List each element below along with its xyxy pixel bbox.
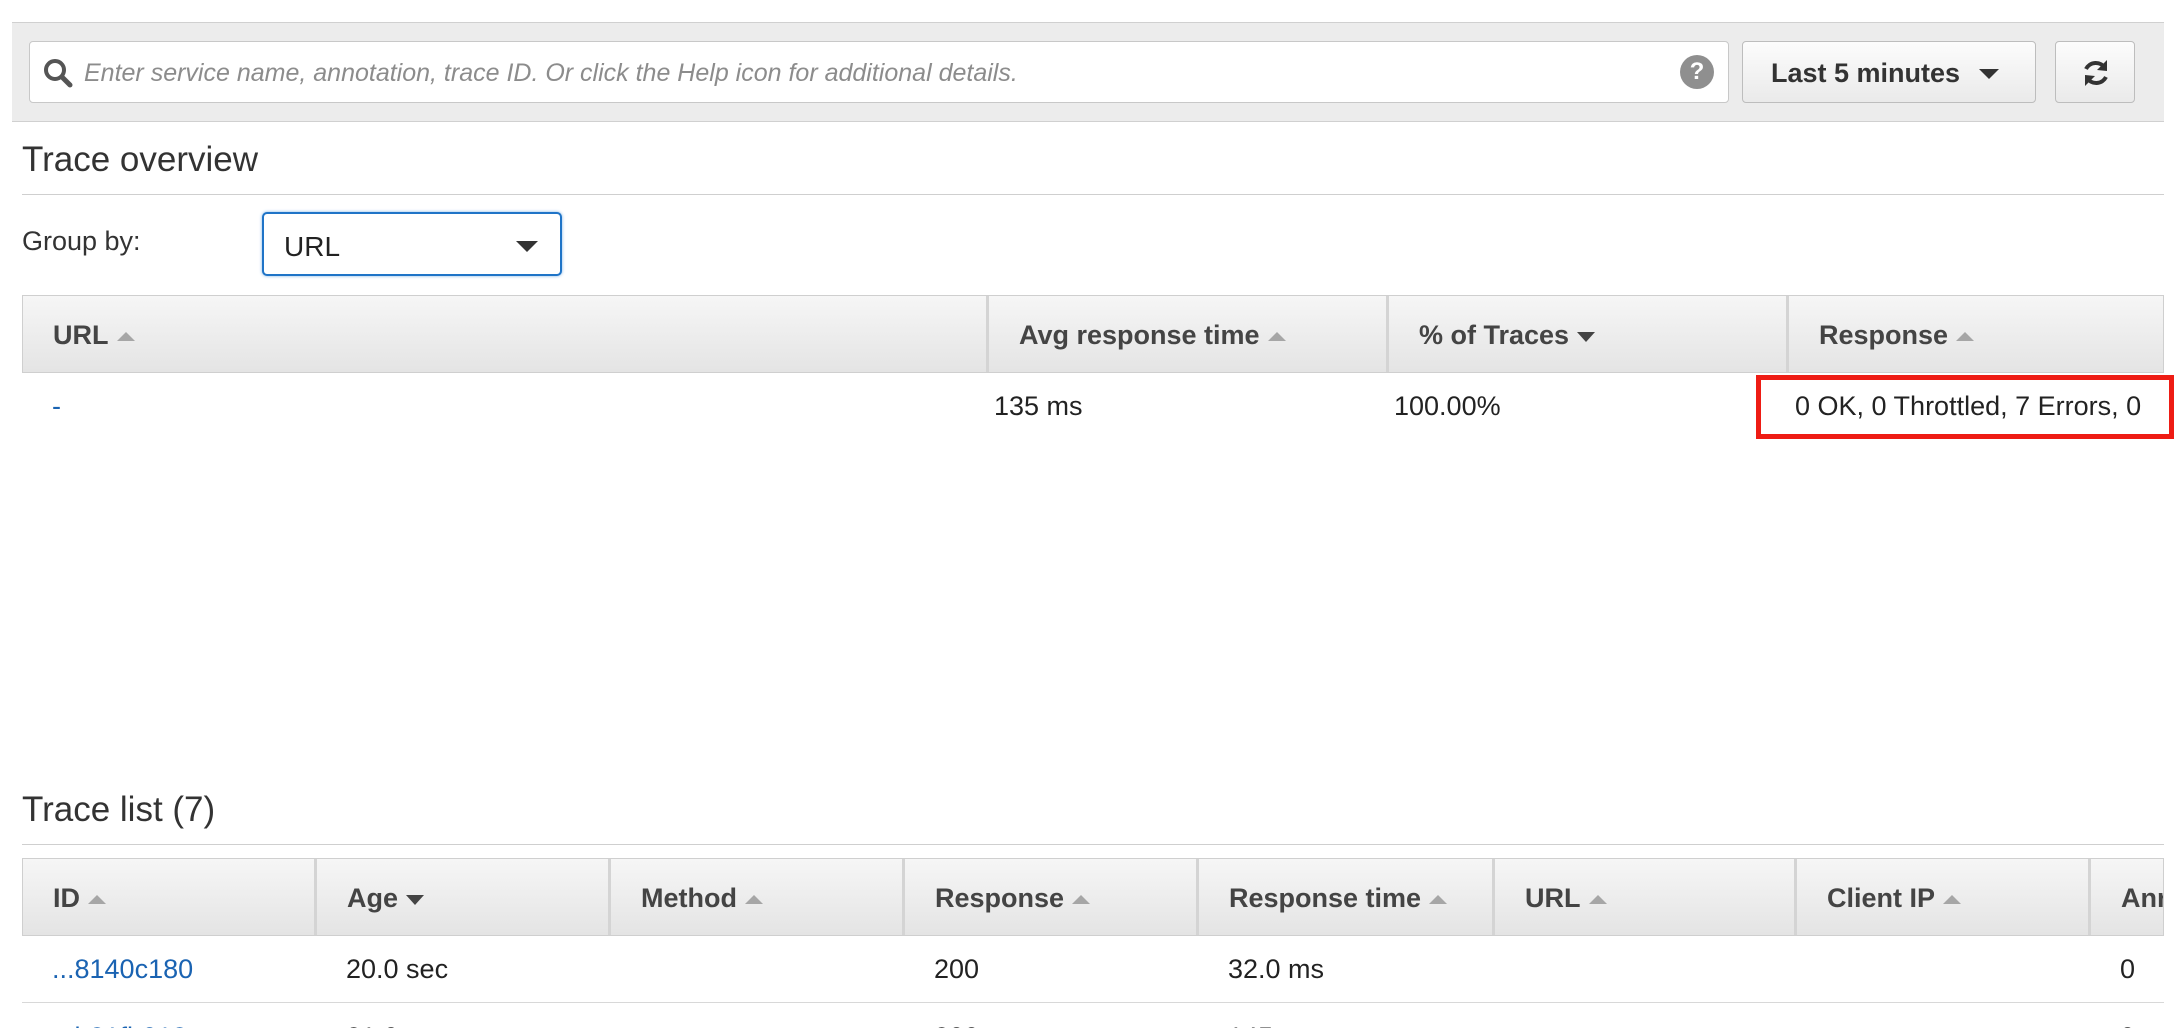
trace-list-table-header: ID Age Method Response Response time URL… bbox=[22, 858, 2164, 936]
column-header-method[interactable]: Method bbox=[611, 859, 905, 935]
group-by-select[interactable]: URL bbox=[262, 212, 562, 276]
column-header-response[interactable]: Response bbox=[905, 859, 1199, 935]
column-header-annotations[interactable]: Anr bbox=[2091, 859, 2163, 935]
refresh-icon bbox=[2084, 60, 2108, 86]
sort-asc-icon bbox=[1267, 332, 1286, 342]
sort-asc-icon bbox=[1429, 895, 1448, 905]
column-header-client-ip[interactable]: Client IP bbox=[1797, 859, 2091, 935]
chevron-down-icon bbox=[1979, 69, 1999, 79]
help-icon[interactable]: ? bbox=[1680, 55, 1714, 89]
search-toolbar: Enter service name, annotation, trace ID… bbox=[12, 22, 2164, 122]
overview-table-header: URL Avg response time % of Traces Respon… bbox=[22, 295, 2164, 373]
refresh-button[interactable] bbox=[2055, 41, 2135, 103]
trace-annotations: 0 bbox=[2120, 954, 2136, 984]
column-header-avg-response-time[interactable]: Avg response time bbox=[989, 296, 1389, 372]
trace-overview-title: Trace overview bbox=[22, 140, 258, 179]
column-header-url[interactable]: URL bbox=[23, 296, 989, 372]
trace-id-link[interactable]: ...b31fb013 bbox=[52, 1004, 187, 1028]
table-row[interactable]: ...b31fb013 21.0 sec 200 145 ms 0 bbox=[22, 1004, 2164, 1028]
trace-response-time: 32.0 ms bbox=[1228, 954, 1325, 984]
avg-response-time: 135 ms bbox=[994, 391, 1083, 421]
xray-traces-page: Enter service name, annotation, trace ID… bbox=[0, 0, 2174, 1028]
column-header-response-time[interactable]: Response time bbox=[1199, 859, 1495, 935]
trace-response-time: 145 ms bbox=[1228, 1004, 1317, 1028]
trace-response: 200 bbox=[934, 954, 980, 984]
sort-asc-icon bbox=[88, 895, 106, 905]
trace-age: 21.0 sec bbox=[346, 1004, 448, 1028]
sort-asc-icon bbox=[1956, 332, 1975, 342]
sort-asc-icon bbox=[1072, 895, 1091, 905]
group-by-value: URL bbox=[284, 231, 341, 262]
highlight-box bbox=[1756, 375, 2174, 439]
pct-traces: 100.00% bbox=[1394, 391, 1501, 421]
column-header-age[interactable]: Age bbox=[317, 859, 611, 935]
time-range-dropdown[interactable]: Last 5 minutes bbox=[1742, 41, 2036, 103]
trace-id-link[interactable]: ...8140c180 bbox=[52, 936, 193, 1002]
column-header-response[interactable]: Response bbox=[1789, 296, 2163, 372]
sort-asc-icon bbox=[116, 332, 135, 342]
overview-url-link[interactable]: - bbox=[52, 373, 61, 439]
trace-response: 200 bbox=[934, 1004, 979, 1028]
divider bbox=[22, 1002, 2164, 1003]
sort-desc-icon bbox=[1577, 331, 1596, 342]
search-input[interactable]: Enter service name, annotation, trace ID… bbox=[29, 41, 1729, 103]
search-placeholder: Enter service name, annotation, trace ID… bbox=[84, 59, 1018, 87]
table-row[interactable]: ...8140c180 20.0 sec 200 32.0 ms 0 bbox=[22, 936, 2164, 1002]
search-icon bbox=[44, 59, 73, 88]
trace-list-title: Trace list (7) bbox=[22, 790, 216, 829]
sort-asc-icon bbox=[1943, 895, 1962, 905]
chevron-down-icon bbox=[516, 241, 538, 252]
column-header-id[interactable]: ID bbox=[23, 859, 317, 935]
column-header-pct-traces[interactable]: % of Traces bbox=[1389, 296, 1789, 372]
group-by-label: Group by: bbox=[22, 226, 141, 256]
sort-desc-icon bbox=[406, 894, 425, 905]
divider bbox=[22, 844, 2164, 845]
sort-asc-icon bbox=[1588, 895, 1607, 905]
divider bbox=[22, 194, 2164, 195]
trace-annotations: 0 bbox=[2120, 1004, 2135, 1028]
time-range-label: Last 5 minutes bbox=[1771, 58, 1961, 88]
trace-age: 20.0 sec bbox=[346, 954, 449, 984]
sort-asc-icon bbox=[744, 895, 763, 905]
column-header-url[interactable]: URL bbox=[1495, 859, 1797, 935]
